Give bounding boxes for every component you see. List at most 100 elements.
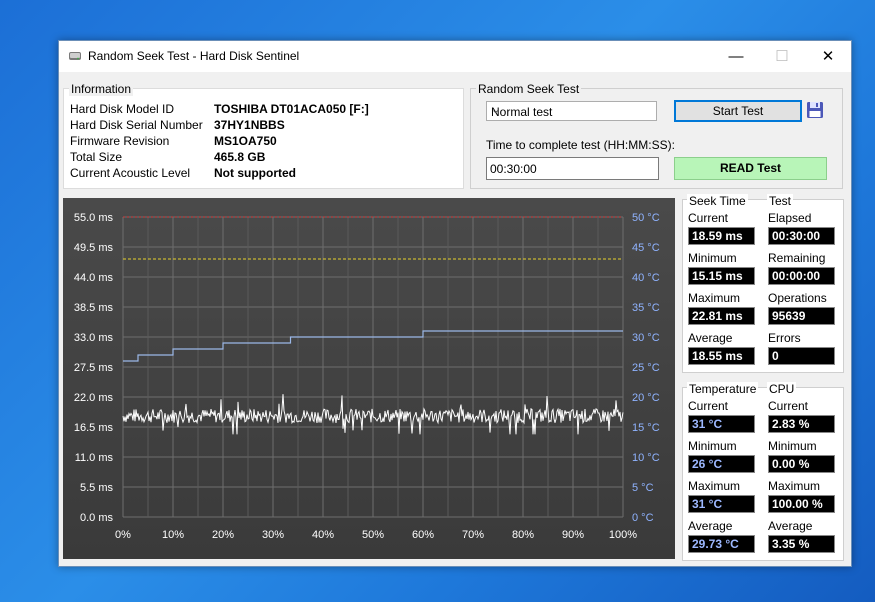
- x-tick-label: 50%: [362, 529, 384, 541]
- seek-time-title: Seek Time: [687, 194, 748, 208]
- close-button[interactable]: ✕: [805, 41, 851, 72]
- info-label-size: Total Size: [70, 150, 123, 164]
- cpu-maximum-label: Maximum: [768, 479, 821, 493]
- seek-minimum-value: 15.15 ms: [688, 267, 755, 285]
- info-value-acoustic: Not supported: [214, 166, 296, 180]
- x-tick-label: 60%: [412, 529, 434, 541]
- information-group: Information Hard Disk Model ID TOSHIBA D…: [63, 82, 464, 189]
- window-title: Random Seek Test - Hard Disk Sentinel: [88, 49, 300, 63]
- remaining-value: 00:00:00: [768, 267, 835, 285]
- temp-cpu-panel: Temperature CPU Current 31 °C Current 2.…: [682, 382, 844, 561]
- info-label-acoustic: Current Acoustic Level: [70, 166, 191, 180]
- temp-maximum-value: 31 °C: [688, 495, 755, 513]
- info-label-firmware: Firmware Revision: [70, 134, 170, 148]
- temp-average-value: 29.73 °C: [688, 535, 755, 553]
- cpu-average-label: Average: [768, 519, 813, 533]
- elapsed-value: 00:30:00: [768, 227, 835, 245]
- time-input[interactable]: 00:30:00: [486, 157, 659, 180]
- y-right-tick-label: 10 °C: [632, 452, 660, 464]
- time-label: Time to complete test (HH:MM:SS):: [486, 138, 675, 152]
- information-title: Information: [69, 82, 134, 96]
- seek-chart: 55.0 ms 49.5 ms 44.0 ms 38.5 ms 33.0 ms 27.5 …: [63, 198, 675, 559]
- y-right-tick-label: 30 °C: [632, 332, 660, 344]
- y-left-tick-label: 11.0 ms: [75, 452, 114, 464]
- temperature-title: Temperature: [687, 382, 759, 396]
- x-tick-label: 20%: [212, 529, 234, 541]
- test-mode-select[interactable]: Normal test ⌄: [486, 101, 657, 121]
- temp-minimum-value: 26 °C: [688, 455, 755, 473]
- x-tick-label: 70%: [462, 529, 484, 541]
- y-right-tick-label: 25 °C: [632, 362, 660, 374]
- info-value-model: TOSHIBA DT01ACA050 [F:]: [214, 102, 369, 116]
- info-value-serial: 37HY1NBBS: [214, 118, 285, 132]
- maximize-button[interactable]: ☐: [759, 41, 805, 72]
- y-right-tick-label: 20 °C: [632, 392, 660, 404]
- chart-svg: 55.0 ms 49.5 ms 44.0 ms 38.5 ms 33.0 ms 27.5 …: [74, 212, 660, 541]
- x-tick-label: 10%: [162, 529, 184, 541]
- y-right-tick-label: 40 °C: [632, 272, 660, 284]
- hard-disk-icon: [69, 52, 81, 60]
- y-left-tick-label: 55.0 ms: [74, 212, 114, 224]
- x-tick-label: 100%: [609, 529, 637, 541]
- y-left-tick-label: 33.0 ms: [74, 332, 114, 344]
- operations-label: Operations: [768, 291, 827, 305]
- y-right-tick-label: 0 °C: [632, 512, 654, 524]
- x-tick-label: 0%: [115, 529, 131, 541]
- y-left-tick-label: 38.5 ms: [74, 302, 114, 314]
- cpu-maximum-value: 100.00 %: [768, 495, 835, 513]
- seek-test-title: Random Seek Test: [476, 82, 582, 96]
- y-left-tick-label: 49.5 ms: [74, 242, 114, 254]
- y-left-tick-label: 27.5 ms: [74, 362, 114, 374]
- info-label-serial: Hard Disk Serial Number: [70, 118, 203, 132]
- start-test-label: Start Test: [712, 104, 764, 118]
- temp-average-label: Average: [688, 519, 733, 533]
- info-value-size: 465.8 GB: [214, 150, 266, 164]
- cpu-current-label: Current: [768, 399, 809, 413]
- y-left-tick-label: 22.0 ms: [74, 392, 114, 404]
- y-right-tick-label: 45 °C: [632, 242, 660, 254]
- seek-stats-panel: Seek Time Test Current 18.59 ms Elapsed …: [682, 194, 844, 373]
- temp-minimum-label: Minimum: [688, 439, 737, 453]
- cpu-minimum-label: Minimum: [768, 439, 817, 453]
- x-tick-label: 30%: [262, 529, 284, 541]
- seek-current-label: Current: [688, 211, 729, 225]
- operations-value: 95639: [768, 307, 835, 325]
- info-value-firmware: MS1OA750: [214, 134, 277, 148]
- temp-current-value: 31 °C: [688, 415, 755, 433]
- y-left-tick-label: 44.0 ms: [74, 272, 114, 284]
- minimize-button[interactable]: —: [713, 41, 759, 72]
- x-tick-label: 90%: [562, 529, 584, 541]
- seek-current-value: 18.59 ms: [688, 227, 755, 245]
- remaining-label: Remaining: [768, 251, 826, 265]
- y-right-tick-label: 5 °C: [632, 482, 654, 494]
- chevron-down-icon: ⌄: [491, 104, 501, 116]
- info-label-model: Hard Disk Model ID: [70, 102, 175, 116]
- cpu-average-value: 3.35 %: [768, 535, 835, 553]
- y-right-tick-label: 35 °C: [632, 302, 660, 314]
- y-left-tick-label: 5.5 ms: [80, 482, 114, 494]
- temp-current-label: Current: [688, 399, 729, 413]
- title-bar[interactable]: Random Seek Test - Hard Disk Sentinel — …: [59, 41, 851, 72]
- read-test-label: READ Test: [719, 161, 782, 175]
- x-tick-label: 80%: [512, 529, 534, 541]
- y-right-tick-label: 15 °C: [632, 422, 660, 434]
- errors-label: Errors: [768, 331, 801, 345]
- seek-average-value: 18.55 ms: [688, 347, 755, 365]
- x-tick-label: 40%: [312, 529, 334, 541]
- start-test-button[interactable]: Start Test: [674, 100, 802, 122]
- y-left-tick-label: 0.0 ms: [80, 512, 114, 524]
- temp-maximum-label: Maximum: [688, 479, 741, 493]
- cpu-current-value: 2.83 %: [768, 415, 835, 433]
- seek-maximum-label: Maximum: [688, 291, 741, 305]
- seek-minimum-label: Minimum: [688, 251, 737, 265]
- read-test-button[interactable]: READ Test: [674, 157, 827, 180]
- y-right-tick-label: 50 °C: [632, 212, 660, 224]
- time-input-value: 00:30:00: [490, 162, 537, 176]
- seek-maximum-value: 22.81 ms: [688, 307, 755, 325]
- y-left-tick-label: 16.5 ms: [74, 422, 114, 434]
- elapsed-label: Elapsed: [768, 211, 812, 225]
- test-title: Test: [767, 194, 794, 208]
- floppy-disk-icon[interactable]: [806, 101, 824, 119]
- seek-average-label: Average: [688, 331, 733, 345]
- cpu-title: CPU: [767, 382, 797, 396]
